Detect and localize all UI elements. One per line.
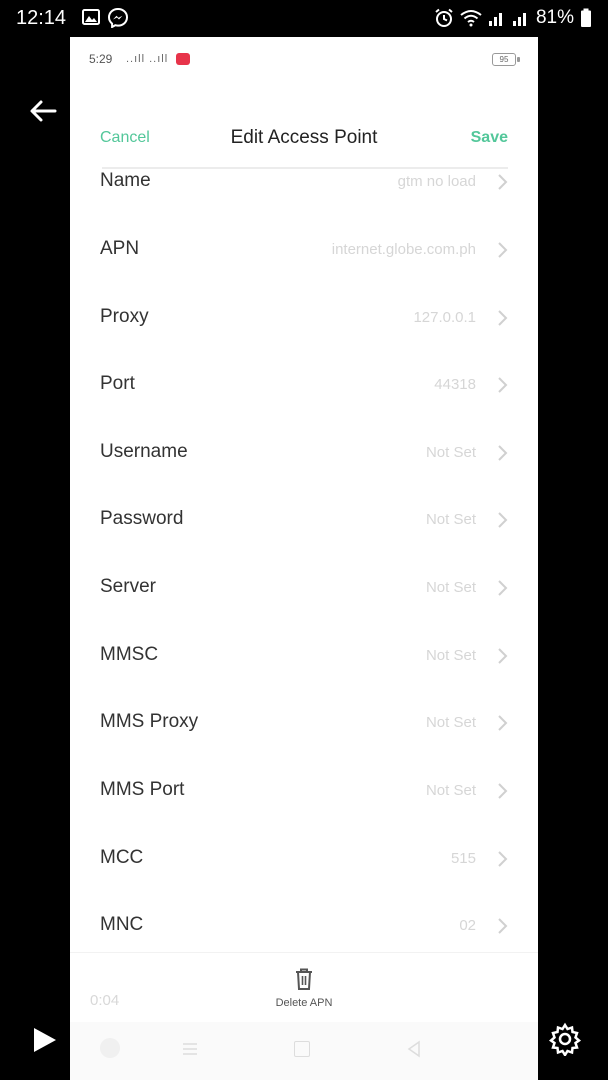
chevron-right-icon: [498, 445, 508, 461]
video-elapsed-time: 0:04: [90, 992, 120, 1009]
row-label: Port: [100, 373, 135, 394]
row-value: 02: [459, 917, 476, 934]
delete-apn-label: Delete APN: [275, 997, 333, 1009]
wifi-icon: [460, 10, 482, 27]
chevron-right-icon: [498, 512, 508, 528]
apn-row-username[interactable]: Username Not Set: [70, 428, 538, 478]
signal-icon: [488, 13, 502, 26]
apn-row-mnc[interactable]: MNC 02: [70, 901, 538, 951]
inner-status-bar: 5:29 ..ıll ..ıll 95: [70, 37, 538, 81]
apn-row-mms-port[interactable]: MMS Port Not Set: [70, 766, 538, 816]
row-label: MMSC: [100, 644, 159, 665]
row-value: 127.0.0.1: [413, 309, 476, 326]
row-label: MMS Proxy: [100, 711, 199, 732]
apn-row-server[interactable]: Server Not Set: [70, 563, 538, 613]
inner-status-time: 5:29: [89, 52, 113, 66]
row-label: MMS Port: [100, 779, 185, 800]
home-icon[interactable]: [294, 1041, 310, 1057]
nav-assist-dot: [100, 1038, 120, 1058]
alarm-icon: [435, 8, 453, 27]
save-button[interactable]: Save: [471, 129, 508, 147]
apn-row-apn[interactable]: APN internet.globe.com.ph: [70, 225, 538, 275]
apn-row-mmsc[interactable]: MMSC Not Set: [70, 631, 538, 681]
row-label: Password: [100, 508, 184, 529]
apn-row-mms-proxy[interactable]: MMS Proxy Not Set: [70, 698, 538, 748]
row-value: Not Set: [425, 714, 476, 731]
signal-icon: [512, 13, 526, 26]
chevron-right-icon: [498, 648, 508, 664]
settings-gear-icon[interactable]: [548, 1022, 582, 1056]
chevron-right-icon: [498, 310, 508, 326]
outer-notification-icons: [82, 8, 128, 28]
outer-system-icons: 81%: [434, 7, 592, 29]
row-value: Not Set: [425, 782, 476, 799]
inner-battery-tip: [517, 57, 520, 62]
apn-row-password[interactable]: Password Not Set: [70, 495, 538, 545]
back-arrow-icon[interactable]: [28, 96, 58, 126]
delete-apn-button[interactable]: Delete APN: [70, 952, 538, 1023]
chevron-right-icon: [498, 851, 508, 867]
outer-status-time: 12:14: [16, 7, 67, 29]
messenger-icon: [108, 8, 128, 28]
row-value: Not Set: [425, 511, 476, 528]
apn-row-port[interactable]: Port 44318: [70, 360, 538, 410]
battery-icon: [581, 8, 591, 27]
chevron-right-icon: [498, 242, 508, 258]
outer-battery-percent: 81%: [535, 7, 574, 28]
row-value: Not Set: [425, 579, 476, 596]
play-icon[interactable]: [30, 1026, 58, 1054]
chevron-right-icon: [498, 377, 508, 393]
row-label: Name: [100, 170, 151, 191]
trash-icon: [296, 968, 312, 990]
inner-signal-icon: ..ıll ..ıll: [126, 53, 169, 65]
image-icon: [82, 9, 100, 25]
row-value: gtm no load: [397, 173, 476, 190]
row-label: MNC: [100, 914, 144, 935]
row-value: 515: [450, 850, 476, 867]
row-value: Not Set: [425, 647, 476, 664]
chevron-right-icon: [498, 174, 508, 190]
chevron-right-icon: [498, 918, 508, 934]
inner-notification-icon: [176, 53, 190, 65]
chevron-right-icon: [498, 783, 508, 799]
row-value: 44318: [434, 376, 476, 393]
cancel-button[interactable]: Cancel: [100, 129, 150, 147]
row-value: internet.globe.com.ph: [331, 241, 476, 258]
apn-row-mcc[interactable]: MCC 515: [70, 834, 538, 884]
row-label: Proxy: [100, 306, 149, 327]
recents-icon[interactable]: [182, 1042, 198, 1056]
row-label: MCC: [100, 847, 144, 868]
inner-battery-icon: 95: [492, 53, 516, 66]
row-label: Username: [100, 441, 188, 462]
nav-back-icon[interactable]: [406, 1040, 422, 1058]
phone-screen: 5:29 ..ıll ..ıll 95 Edit Access Point Ca…: [70, 37, 538, 1080]
row-label: APN: [100, 238, 140, 259]
edit-apn-header: Edit Access Point Cancel Save: [70, 121, 538, 157]
inner-system-nav: [70, 1022, 538, 1080]
apn-row-name[interactable]: Name gtm no load: [70, 157, 538, 207]
outer-status-bar: 12:14 81%: [0, 0, 608, 36]
chevron-right-icon: [498, 715, 508, 731]
apn-row-proxy[interactable]: Proxy 127.0.0.1: [70, 293, 538, 343]
row-label: Server: [100, 576, 156, 597]
row-value: Not Set: [425, 444, 476, 461]
chevron-right-icon: [498, 580, 508, 596]
